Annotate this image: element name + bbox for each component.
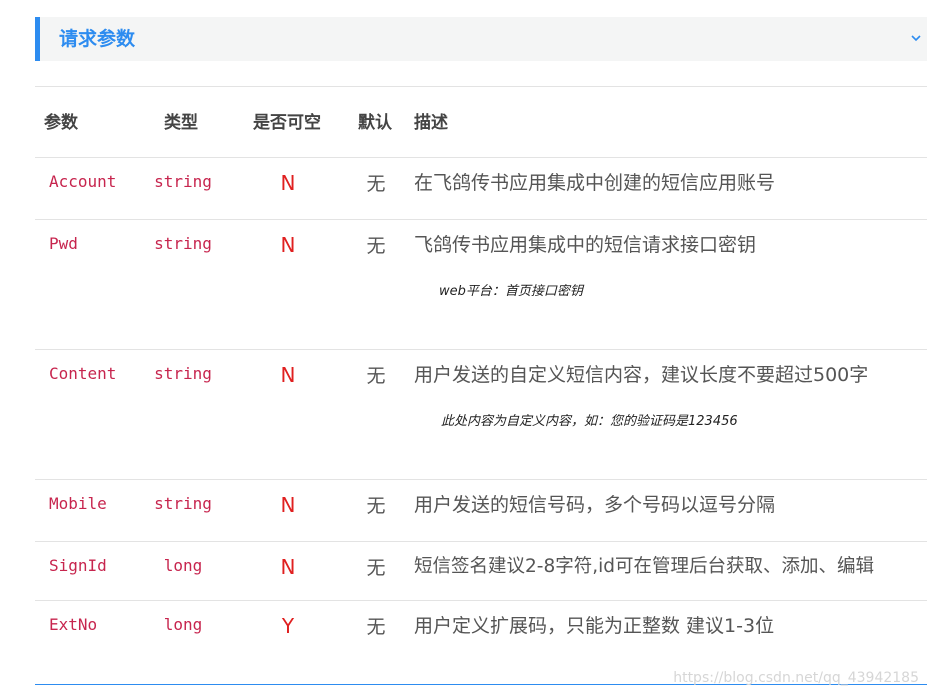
header-divider	[35, 157, 927, 158]
row-divider	[35, 219, 927, 220]
param-nullable: N	[280, 233, 296, 257]
param-nullable: N	[280, 171, 296, 195]
param-desc: 用户定义扩展码，只能为正整数 建议1-3位	[414, 615, 775, 637]
header-default: 默认	[358, 113, 392, 133]
param-desc: 短信签名建议2-8字符,id可在管理后台获取、添加、编辑	[414, 556, 874, 577]
param-desc: 飞鸽传书应用集成中的短信请求接口密钥	[414, 234, 757, 256]
param-nullable: N	[280, 493, 296, 517]
param-default: 无	[366, 557, 386, 579]
watermark: https://blog.csdn.net/qq_43942185	[673, 670, 919, 686]
param-default: 无	[366, 495, 386, 517]
header-nullable: 是否可空	[253, 113, 321, 133]
param-nullable: N	[280, 555, 296, 579]
section-title: 请求参数	[59, 28, 136, 50]
param-desc: 用户发送的短信号码，多个号码以逗号分隔	[414, 494, 776, 516]
row-divider	[35, 600, 927, 601]
param-default: 无	[366, 235, 386, 257]
param-name: Mobile	[49, 494, 107, 513]
param-type: string	[154, 234, 212, 253]
param-note: web平台：首页接口密钥	[439, 284, 583, 299]
table-top-border	[35, 86, 927, 87]
param-name: Account	[49, 172, 117, 191]
row-divider	[35, 349, 927, 350]
param-default: 无	[366, 616, 386, 638]
header-type: 类型	[164, 113, 198, 133]
param-note: 此处内容为自定义内容，如：您的验证码是123456	[441, 414, 738, 429]
param-nullable: N	[280, 363, 296, 387]
param-type: long	[163, 615, 203, 634]
param-type: long	[163, 556, 203, 575]
param-name: Content	[49, 364, 117, 383]
chevron-down-icon[interactable]	[909, 31, 923, 45]
param-desc: 在飞鸽传书应用集成中创建的短信应用账号	[414, 172, 776, 194]
param-name: SignId	[49, 556, 107, 575]
param-name: Pwd	[49, 234, 78, 253]
header-desc: 描述	[414, 113, 448, 133]
accent-bar	[35, 17, 40, 61]
param-name: ExtNo	[49, 615, 98, 634]
param-type: string	[154, 172, 212, 191]
row-divider	[35, 479, 927, 480]
row-divider	[35, 541, 927, 542]
param-default: 无	[366, 365, 386, 387]
param-default: 无	[366, 173, 386, 195]
section-header[interactable]: 请求参数	[35, 17, 927, 61]
header-param: 参数	[44, 113, 78, 133]
param-type: string	[154, 494, 212, 513]
param-desc: 用户发送的自定义短信内容，建议长度不要超过500字	[414, 364, 869, 386]
param-type: string	[154, 364, 212, 383]
param-nullable: Y	[281, 614, 295, 638]
